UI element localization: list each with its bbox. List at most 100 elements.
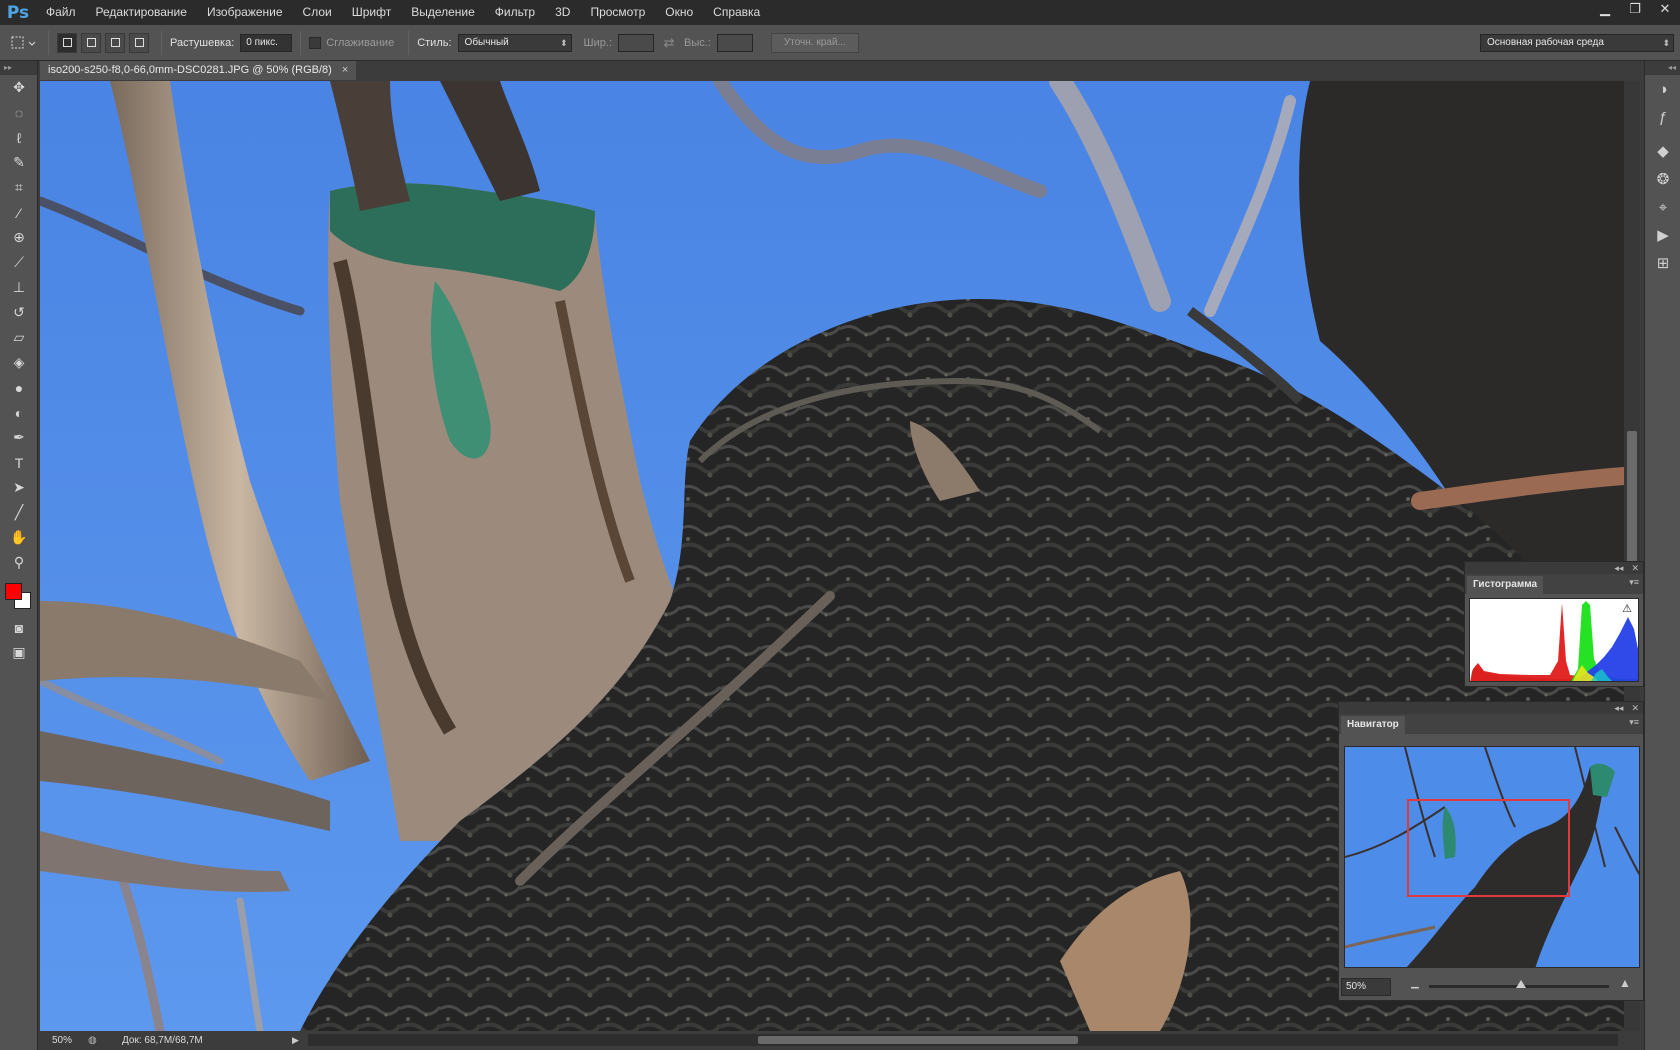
styles-icon[interactable]: ƒ	[1645, 103, 1680, 131]
antialias-checkbox[interactable]	[309, 36, 322, 49]
zoom-tool-icon[interactable]: ⚲	[0, 550, 38, 575]
intersect-selection-icon[interactable]	[129, 32, 149, 53]
antialias-label: Сглаживание	[326, 36, 395, 49]
dock-header[interactable]: ◂◂	[1645, 61, 1680, 75]
histogram-tab[interactable]: Гистограмма	[1467, 576, 1544, 594]
clone-stamp-tool-icon[interactable]: ⊥	[0, 275, 38, 300]
navigator-preview[interactable]	[1344, 746, 1640, 968]
cache-warning-icon[interactable]: ⚠	[1620, 603, 1634, 616]
restore-icon[interactable]: ❐	[1620, 0, 1650, 20]
separator	[300, 30, 302, 55]
feather-input[interactable]: 0 пикс.	[240, 33, 293, 52]
history-brush-tool-icon[interactable]: ↺	[0, 300, 38, 325]
navigator-panel: ◂◂ ✕ Навигатор ▾≡ 50% ▁ ▲	[1338, 701, 1644, 1001]
layers-icon[interactable]: ◆	[1645, 137, 1680, 165]
hand-tool-icon[interactable]: ✋	[0, 525, 38, 550]
collapse-icon[interactable]: ◂◂	[1614, 703, 1623, 714]
lasso-tool-icon[interactable]: ℓ	[0, 125, 38, 150]
eraser-tool-icon[interactable]: ▱	[0, 325, 38, 350]
photoshop-logo: Ps	[6, 2, 30, 23]
navigator-panel-titlebar[interactable]: ◂◂ ✕	[1339, 702, 1643, 714]
status-info-icon[interactable]: ◍	[88, 1035, 102, 1046]
horizontal-scroll-thumb[interactable]	[758, 1036, 1078, 1044]
panel-dock: ◂◂ ◑ ƒ ◆ ❂ ⌖ ▶ ⊞	[1644, 61, 1680, 1050]
document-tab[interactable]: iso200-s250-f8,0-66,0mm-DSC0281.JPG @ 50…	[40, 61, 357, 80]
histogram-graph: ⚠	[1469, 598, 1639, 682]
style-label: Стиль:	[417, 36, 452, 49]
document-tab-bar: iso200-s250-f8,0-66,0mm-DSC0281.JPG @ 50…	[38, 61, 1644, 80]
color-swatches	[0, 575, 38, 615]
add-selection-icon[interactable]	[81, 32, 101, 53]
subtract-selection-icon[interactable]	[105, 32, 125, 53]
menu-edit[interactable]: Редактирование	[86, 0, 197, 25]
close-icon[interactable]: ✕	[1650, 0, 1680, 20]
zoom-slider[interactable]	[1429, 980, 1609, 988]
navigator-controls: 50% ▁ ▲	[1339, 974, 1645, 1000]
histogram-panel-titlebar[interactable]: ◂◂ ✕	[1465, 562, 1643, 574]
minimize-icon[interactable]: ▁	[1590, 0, 1620, 20]
menu-file[interactable]: Файл	[36, 0, 86, 25]
close-icon[interactable]: ✕	[1631, 703, 1639, 714]
crop-tool-icon[interactable]: ⌗	[0, 175, 38, 200]
menu-filter[interactable]: Фильтр	[485, 0, 545, 25]
menu-select[interactable]: Выделение	[401, 0, 485, 25]
adjustments-icon[interactable]: ◑	[1645, 75, 1680, 103]
new-selection-icon[interactable]	[57, 32, 77, 53]
brush-tool-icon[interactable]: ⟋	[0, 250, 38, 275]
actions-icon[interactable]: ▶	[1645, 221, 1680, 249]
tools-panel-header[interactable]: ▸▸	[0, 61, 37, 75]
panel-menu-icon[interactable]: ▾≡	[1629, 577, 1639, 588]
move-tool-icon[interactable]: ✥	[0, 75, 38, 100]
workspace-select[interactable]: Основная рабочая среда	[1480, 34, 1674, 52]
menu-window[interactable]: Окно	[655, 0, 703, 25]
foreground-color-swatch[interactable]	[5, 583, 22, 600]
panel-menu-icon[interactable]: ▾≡	[1629, 717, 1639, 728]
history-icon[interactable]: ⊞	[1645, 249, 1680, 277]
pen-tool-icon[interactable]: ✒	[0, 425, 38, 450]
paint-bucket-tool-icon[interactable]: ◈	[0, 350, 38, 375]
blur-tool-icon[interactable]: ●	[0, 375, 38, 400]
options-bar: Растушевка: 0 пикс. Сглаживание Стиль: О…	[0, 25, 1680, 61]
tools-panel: ▸▸ ✥ ◌ ℓ ✎ ⌗ ⁄ ⊕ ⟋ ⊥ ↺ ▱ ◈ ● ◐ ✒ T ➤ ╱ ✋…	[0, 61, 38, 1050]
menu-type[interactable]: Шрифт	[342, 0, 401, 25]
menu-layers[interactable]: Слои	[293, 0, 342, 25]
zoom-level[interactable]: 50%	[38, 1035, 88, 1046]
close-tab-icon[interactable]: ×	[342, 64, 348, 76]
menu-image[interactable]: Изображение	[197, 0, 293, 25]
marquee-tool-icon[interactable]: ◌	[0, 100, 38, 125]
width-input[interactable]	[618, 33, 655, 52]
type-tool-icon[interactable]: T	[0, 450, 38, 475]
navigator-view-frame[interactable]	[1407, 799, 1570, 897]
refine-edge-button[interactable]: Уточн. край...	[770, 32, 859, 53]
height-input[interactable]	[716, 33, 753, 52]
zoom-in-icon[interactable]: ▲	[1619, 976, 1631, 990]
swap-icon[interactable]: ⇄	[654, 35, 684, 51]
screen-mode-icon[interactable]: ▣	[0, 640, 38, 665]
quick-select-tool-icon[interactable]: ✎	[0, 150, 38, 175]
horizontal-scrollbar[interactable]	[308, 1034, 1618, 1046]
line-tool-icon[interactable]: ╱	[0, 500, 38, 525]
menu-bar: Ps Файл Редактирование Изображение Слои …	[0, 0, 1680, 25]
navigator-tab[interactable]: Навигатор	[1341, 716, 1405, 734]
style-select[interactable]: Обычный	[457, 33, 572, 52]
collapse-icon[interactable]: ◂◂	[1614, 563, 1623, 574]
window-controls: ▁ ❐ ✕	[1590, 0, 1680, 25]
quick-mask-icon[interactable]: ◙	[0, 615, 38, 640]
healing-tool-icon[interactable]: ⊕	[0, 225, 38, 250]
paths-icon[interactable]: ⌖	[1645, 193, 1680, 221]
zoom-out-icon[interactable]: ▁	[1411, 978, 1419, 989]
marquee-preset-icon[interactable]	[6, 32, 40, 54]
separator	[48, 30, 49, 55]
path-select-tool-icon[interactable]: ➤	[0, 475, 38, 500]
zoom-slider-handle[interactable]	[1516, 980, 1526, 988]
close-icon[interactable]: ✕	[1631, 563, 1639, 574]
menu-3d[interactable]: 3D	[545, 0, 580, 25]
menu-help[interactable]: Справка	[703, 0, 770, 25]
navigator-zoom-input[interactable]: 50%	[1341, 978, 1391, 996]
dodge-tool-icon[interactable]: ◐	[0, 400, 38, 425]
menu-view[interactable]: Просмотр	[580, 0, 655, 25]
channels-icon[interactable]: ❂	[1645, 165, 1680, 193]
status-menu-arrow-icon[interactable]: ▶	[292, 1035, 299, 1046]
separator	[161, 30, 162, 55]
eyedropper-tool-icon[interactable]: ⁄	[0, 200, 38, 225]
